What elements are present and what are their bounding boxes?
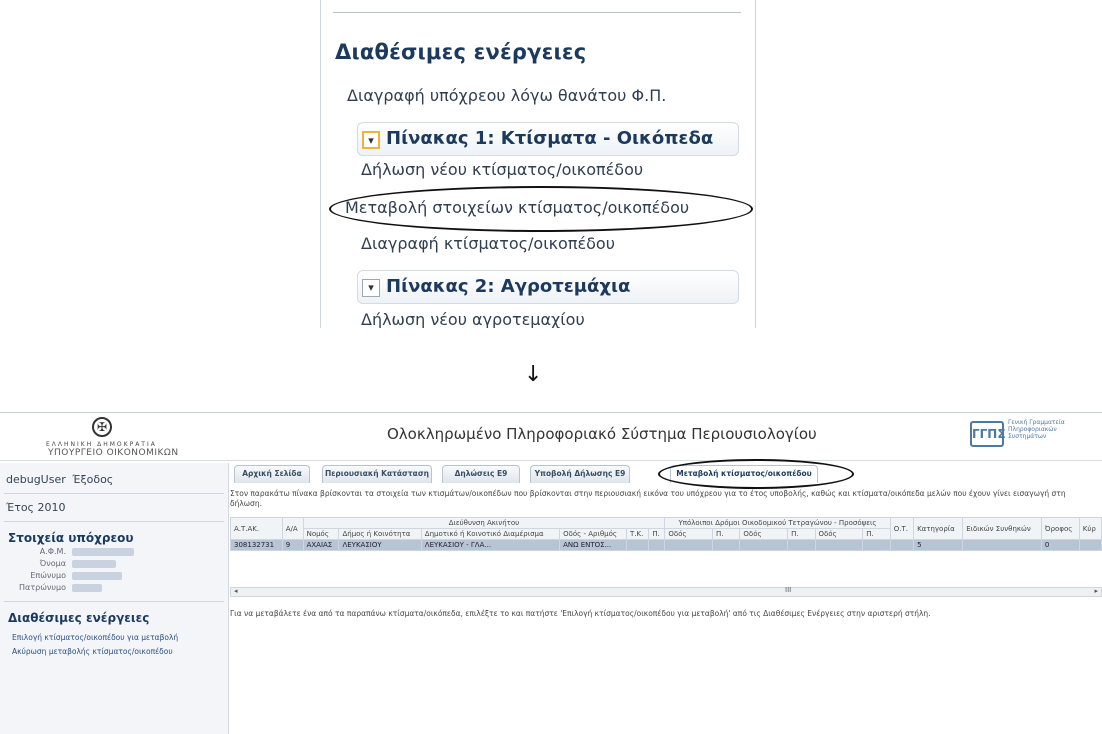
last-name-label: Επώνυμο xyxy=(30,571,66,580)
section-table2-header[interactable]: ▾ Πίνακας 2: Αγροτεμάχια xyxy=(357,270,739,304)
intro-text: Στον παρακάτω πίνακα βρίσκονται τα στοιχ… xyxy=(230,489,1066,508)
scroll-thumb[interactable]: III xyxy=(785,586,791,594)
table-cell: 308132731 xyxy=(230,539,283,551)
year-label: Έτος 2010 xyxy=(6,501,66,514)
table-cell xyxy=(862,539,891,551)
table-cell xyxy=(962,539,1042,551)
father-name-label: Πατρώνυμο xyxy=(19,583,66,592)
divider xyxy=(4,493,224,494)
section-table1-header[interactable]: ▾ Πίνακας 1: Κτίσματα - Οικόπεδα xyxy=(357,122,739,156)
table-row[interactable]: 308132731 9 ΑΧΑΙΑΣ ΛΕΥΚΑΣΙΟΥ ΛΕΥΚΑΣΙΟΥ -… xyxy=(230,539,1102,551)
divider xyxy=(333,12,741,13)
first-name-label: Όνομα xyxy=(39,559,66,568)
col-p2[interactable]: Π. xyxy=(711,528,741,540)
table-cell xyxy=(626,539,650,551)
scroll-left-icon[interactable]: ◂ xyxy=(234,587,238,595)
greek-emblem-icon: ✠ xyxy=(92,417,112,437)
chevron-down-icon[interactable]: ▾ xyxy=(362,131,380,149)
declare-new-plot-link[interactable]: Δήλωση νέου αγροτεμαχίου xyxy=(361,310,585,328)
col-postcode[interactable]: Τ.Κ. xyxy=(626,528,650,540)
app-header: ✠ ΕΛΛΗΝΙΚΗ ΔΗΜΟΚΡΑΤΙΑ ΥΠΟΥΡΓΕΙΟ ΟΙΚΟΝΟΜΙ… xyxy=(0,413,1102,461)
app-window: ✠ ΕΛΛΗΝΙΚΗ ΔΗΜΟΚΡΑΤΙΑ ΥΠΟΥΡΓΕΙΟ ΟΙΚΟΝΟΜΙ… xyxy=(0,412,1102,734)
table-cell: 0 xyxy=(1040,539,1080,551)
section-table1-title: Πίνακας 1: Κτίσματα - Οικόπεδα xyxy=(386,128,714,149)
col-special[interactable]: Ειδικών Συνθηκών xyxy=(962,517,1042,540)
col-p1[interactable]: Π. xyxy=(648,528,666,540)
logout-link[interactable]: Έξοδος xyxy=(72,473,113,486)
table-cell xyxy=(711,539,741,551)
zoomed-actions-panel: Διαθέσιμες ενέργειες Διαγραφή υπόχρεου λ… xyxy=(320,0,756,328)
table-cell xyxy=(814,539,864,551)
tab-assets[interactable]: Περιουσιακή Κατάσταση xyxy=(322,465,432,483)
actions-heading: Διαθέσιμες ενέργειες xyxy=(8,611,150,625)
ministry-subtitle: ΕΛΛΗΝΙΚΗ ΔΗΜΟΚΡΑΤΙΑ xyxy=(46,441,157,448)
available-actions-heading: Διαθέσιμες ενέργειες xyxy=(335,40,587,64)
tab-home[interactable]: Αρχική Σελίδα xyxy=(234,465,310,483)
table-cell xyxy=(889,539,915,551)
col-p4[interactable]: Π. xyxy=(862,528,891,540)
afm-value-blurred xyxy=(72,548,134,556)
table-cell xyxy=(739,539,789,551)
divider xyxy=(4,521,224,522)
highlight-ellipse xyxy=(329,186,753,232)
username: debugUser xyxy=(6,473,66,486)
select-building-action[interactable]: Επιλογή κτίσματος/οικοπέδου για μεταβολή xyxy=(12,633,178,642)
table-cell xyxy=(664,539,713,551)
col-district[interactable]: Δημοτικό ή Κοινοτικό Διαμέρισμα xyxy=(420,528,561,540)
chevron-down-icon[interactable]: ▾ xyxy=(362,279,380,297)
table-cell xyxy=(787,539,816,551)
col-road2[interactable]: Οδός xyxy=(739,528,789,540)
father-name-value-blurred xyxy=(72,584,102,592)
table-cell xyxy=(1078,539,1102,551)
table-cell xyxy=(648,539,666,551)
scroll-right-icon[interactable]: ▸ xyxy=(1094,587,1098,595)
last-name-value-blurred xyxy=(72,572,122,580)
buildings-table: Α.Τ.ΑΚ. Α/Α Διεύθυνση Ακινήτου Υπόλοιποι… xyxy=(230,517,1102,551)
tab-e9-declarations[interactable]: Δηλώσεις Ε9 xyxy=(442,465,520,483)
ggps-logo: ΓΓΠΣ xyxy=(970,421,1006,447)
tab-submit-e9[interactable]: Υποβολή Δήλωσης Ε9 xyxy=(530,465,630,483)
table-cell: ΑΧΑΙΑΣ xyxy=(302,539,340,551)
table-cell: ΛΕΥΚΑΣΙΟΥ xyxy=(338,539,422,551)
sidebar: debugUser Έξοδος Έτος 2010 Στοιχεία υπόχ… xyxy=(0,463,229,734)
hint-text: Για να μεταβάλετε ένα από τα παραπάνω κτ… xyxy=(230,609,931,618)
first-name-value-blurred xyxy=(72,560,116,568)
table-cell: ΑΝΩ ΕΝΤΟΣ... xyxy=(559,539,628,551)
highlight-ellipse xyxy=(658,459,854,489)
col-ot[interactable]: Ο.Τ. xyxy=(889,517,915,540)
cancel-modification-action[interactable]: Ακύρωση μεταβολής κτίσματος/οικοπέδου xyxy=(12,647,173,656)
col-road3[interactable]: Οδός xyxy=(814,528,864,540)
afm-label: Α.Φ.Μ. xyxy=(39,547,66,556)
group-address: Διεύθυνση Ακινήτου xyxy=(302,517,666,529)
col-street-number[interactable]: Οδός - Αριθμός xyxy=(559,528,628,540)
delete-building-link[interactable]: Διαγραφή κτίσματος/οικοπέδου xyxy=(361,234,615,253)
col-atak[interactable]: Α.Τ.ΑΚ. xyxy=(230,517,283,540)
col-prefecture[interactable]: Νομός xyxy=(302,528,340,540)
table-cell: 5 xyxy=(913,539,964,551)
section-table2-title: Πίνακας 2: Αγροτεμάχια xyxy=(386,276,631,297)
system-title: Ολοκληρωμένο Πληροφοριακό Σύστημα Περιου… xyxy=(387,425,817,443)
col-municipality[interactable]: Δήμος ή Κοινότητα xyxy=(338,528,422,540)
divider xyxy=(4,601,224,602)
col-kyr[interactable]: Κύρ xyxy=(1078,517,1102,540)
table-cell: 9 xyxy=(281,539,304,551)
delete-taxpayer-death-link[interactable]: Διαγραφή υπόχρεου λόγω θανάτου Φ.Π. xyxy=(347,86,666,105)
table-cell: ΛΕΥΚΑΣΙΟΥ - ΓΛΑ... xyxy=(420,539,561,551)
horizontal-scrollbar[interactable]: ◂ III ▸ xyxy=(230,586,1102,597)
ggps-logo-text: Γενική Γραμματεία Πληροφοριακών Συστημάτ… xyxy=(1008,419,1065,440)
col-road1[interactable]: Οδός xyxy=(664,528,713,540)
col-category[interactable]: Κατηγορία xyxy=(913,517,964,540)
declare-new-building-link[interactable]: Δήλωση νέου κτίσματος/οικοπέδου xyxy=(361,160,643,179)
group-roads: Υπόλοιποι Δρόμοι Οικοδομικού Τετραγώνου … xyxy=(664,517,891,529)
col-aa[interactable]: Α/Α xyxy=(281,517,304,540)
col-floor[interactable]: Όροφος xyxy=(1040,517,1080,540)
taxpayer-heading: Στοιχεία υπόχρεου xyxy=(8,531,134,545)
ministry-name: ΥΠΟΥΡΓΕΙΟ ΟΙΚΟΝΟΜΙΚΩΝ xyxy=(48,448,179,458)
col-p3[interactable]: Π. xyxy=(787,528,816,540)
down-arrow-icon: ↓ xyxy=(524,362,543,387)
